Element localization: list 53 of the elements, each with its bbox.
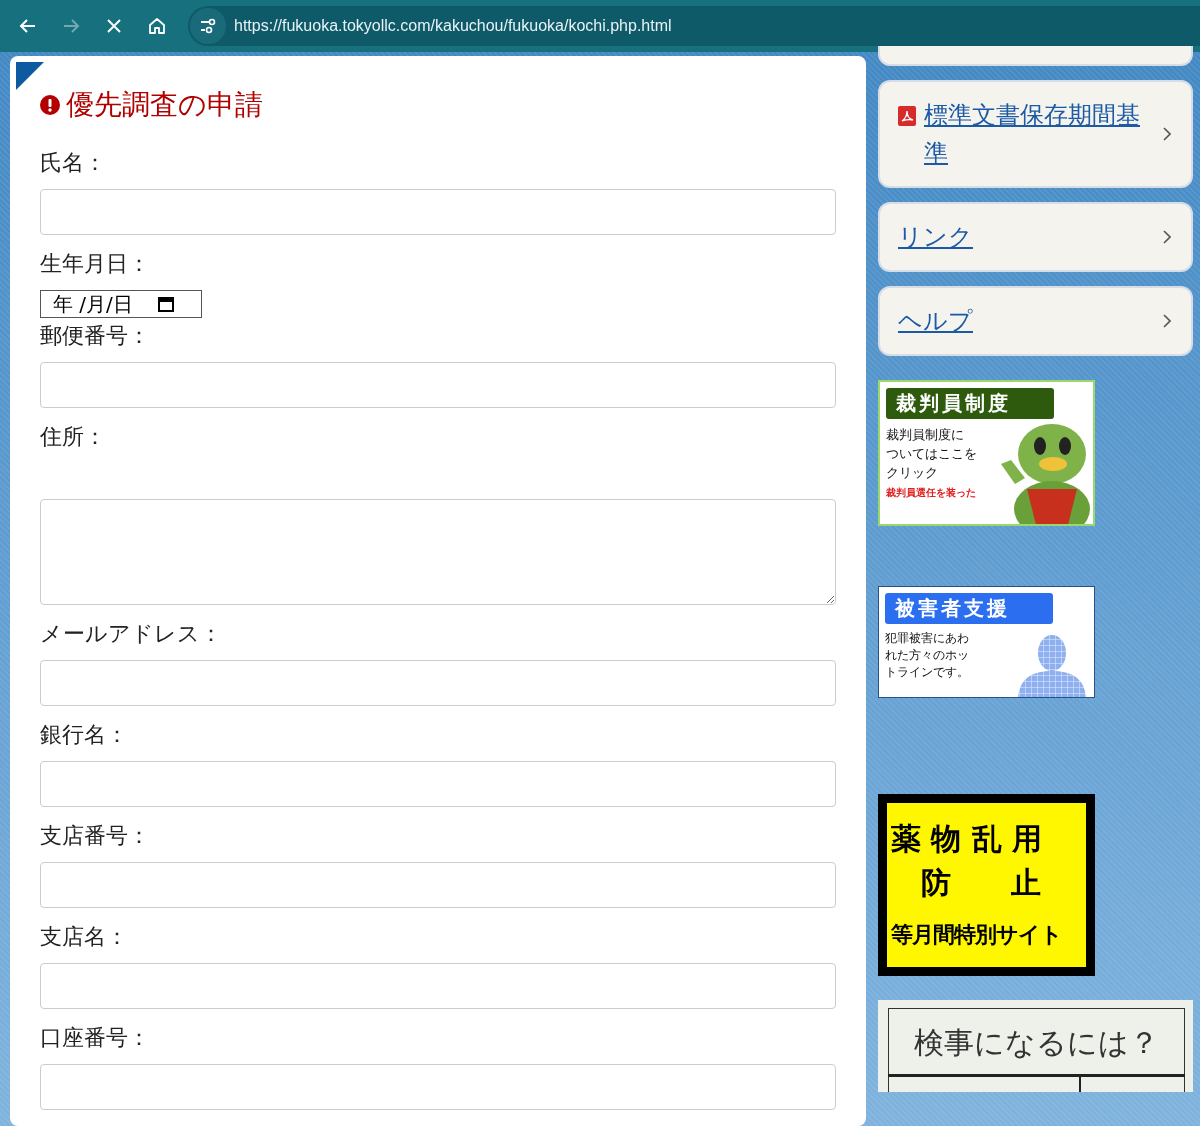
banner-text: 等月間特別サイト — [891, 921, 1063, 949]
field-label: 氏名： — [40, 149, 107, 177]
banner[interactable]: 検事になるには？ — [878, 1000, 1193, 1092]
banner-text: れた方々のホッ — [885, 647, 970, 664]
sidebar-link[interactable]: リンク — [898, 218, 1158, 256]
link-card[interactable]: 標準文書保存期間基準 — [878, 80, 1193, 188]
banner-text: クリック — [886, 464, 939, 482]
banner-title: 裁判員制度 — [886, 388, 1054, 419]
chevron-right-icon — [1163, 314, 1171, 328]
input-field[interactable] — [40, 963, 836, 1009]
banner-text: 薬 物 乱 用 — [891, 820, 1044, 858]
banner-note: 裁判員選任を装った — [886, 486, 977, 500]
field-label: 口座番号： — [40, 1024, 151, 1052]
site-settings-button[interactable] — [190, 8, 226, 44]
banner[interactable]: 裁判員制度 裁判員制度に ついてはここを クリック 裁判員選任を装った — [878, 380, 1095, 526]
sliders-icon — [199, 17, 217, 35]
field-label: 郵便番号： — [40, 322, 151, 350]
input-field[interactable] — [40, 1064, 836, 1110]
form-title: 優先調査の申請 — [66, 87, 263, 123]
alert-icon — [40, 95, 60, 115]
field-label: 支店名： — [40, 923, 129, 951]
chevron-right-icon — [1163, 127, 1171, 141]
pdf-icon — [898, 106, 916, 126]
input-field[interactable] — [40, 660, 836, 706]
sidebar-link[interactable]: 標準文書保存期間基準 — [924, 96, 1158, 172]
banner-title: 被害者支援 — [885, 593, 1053, 624]
banner-text: トラインです。 — [885, 664, 970, 681]
field-label: 銀行名： — [40, 721, 129, 749]
field-label: 生年月日： — [40, 250, 151, 278]
banner-title: 検事になるには？ — [888, 1008, 1185, 1074]
text-area[interactable] — [40, 499, 836, 605]
url-text: https://fukuoka.tokyollc.com/kakuchou/fukuoka/kochi.php.html — [234, 17, 672, 35]
address-bar[interactable]: https://fukuoka.tokyollc.com/kakuchou/fukuoka/kochi.php.html — [188, 6, 1200, 46]
banner[interactable]: 薬 物 乱 用 防 止 等月間特別サイト — [878, 794, 1095, 976]
field-label: 住所： — [40, 423, 107, 451]
calendar-icon — [156, 295, 175, 313]
home-icon — [146, 16, 167, 36]
field-label: メールアドレス： — [40, 620, 223, 648]
field-label: 支店番号： — [40, 822, 151, 850]
link-card[interactable]: リンク — [878, 202, 1193, 272]
chevron-right-icon — [1163, 230, 1171, 244]
banner-text: 裁判員制度に — [886, 426, 965, 444]
input-field[interactable] — [40, 189, 836, 235]
link-card[interactable]: ヘルプ — [878, 286, 1193, 356]
banner-text: 犯罪被害にあわ — [885, 630, 970, 647]
banner-text: 防 止 — [920, 864, 1042, 902]
input-field[interactable] — [40, 362, 836, 408]
sidebar-link[interactable]: ヘルプ — [898, 302, 1158, 340]
banner-text: ついてはここを — [886, 445, 978, 463]
banner[interactable]: 被害者支援 犯罪被害にあわ れた方々のホッ トラインです。 — [878, 586, 1095, 698]
input-field[interactable] — [40, 761, 836, 807]
input-field[interactable] — [40, 862, 836, 908]
date-field[interactable]: 年 /月/日 — [40, 290, 202, 318]
